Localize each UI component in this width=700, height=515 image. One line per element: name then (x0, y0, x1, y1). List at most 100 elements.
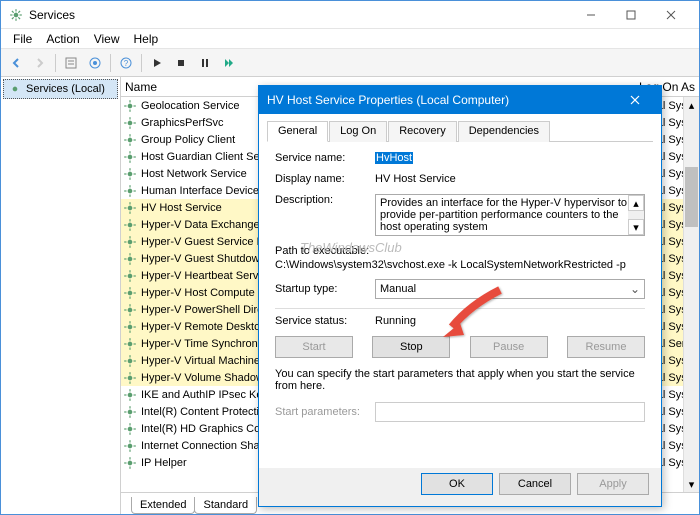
scrollbar[interactable]: ▴ ▾ (683, 97, 699, 492)
gear-icon (123, 456, 137, 470)
label-params: Start parameters: (275, 406, 375, 418)
gear-icon (123, 303, 137, 317)
service-name: IP Helper (141, 457, 187, 469)
label-startup: Startup type: (275, 283, 375, 295)
dialog-tabs: General Log On Recovery Dependencies (267, 120, 653, 142)
label-path: Path to executable: (275, 245, 645, 257)
gear-icon (123, 150, 137, 164)
resume-button: Resume (567, 336, 645, 358)
maximize-button[interactable] (611, 2, 651, 28)
window-title: Services (29, 8, 571, 22)
label-status: Service status: (275, 315, 375, 327)
dialog-footer: OK Cancel Apply (259, 468, 661, 506)
tab-dependencies[interactable]: Dependencies (458, 121, 550, 142)
dialog-close-button[interactable] (617, 87, 653, 113)
menu-help[interactable]: Help (128, 30, 165, 48)
tree-root[interactable]: Services (Local) (3, 79, 118, 99)
window-controls (571, 2, 691, 28)
tab-standard[interactable]: Standard (194, 497, 257, 514)
dialog-body: General Log On Recovery Dependencies Ser… (259, 114, 661, 468)
value-service-name: HvHost (375, 152, 645, 164)
service-name: GraphicsPerfSvc (141, 117, 224, 129)
menu-action[interactable]: Action (40, 30, 85, 48)
gear-icon (123, 320, 137, 334)
properties-dialog: HV Host Service Properties (Local Comput… (258, 85, 662, 507)
menu-view[interactable]: View (88, 30, 126, 48)
tab-logon[interactable]: Log On (329, 121, 387, 142)
gear-icon (123, 252, 137, 266)
gear-icon (123, 337, 137, 351)
export-button[interactable] (84, 52, 106, 74)
gear-icon (123, 116, 137, 130)
restart-button[interactable] (218, 52, 240, 74)
gear-icon (123, 99, 137, 113)
start-parameters-input (375, 402, 645, 422)
cancel-button[interactable]: Cancel (499, 473, 571, 495)
forward-button[interactable] (29, 52, 51, 74)
minimize-button[interactable] (571, 2, 611, 28)
label-display-name: Display name: (275, 173, 375, 185)
tree-pane: Services (Local) (1, 77, 121, 514)
divider (275, 308, 645, 309)
gear-icon (123, 422, 137, 436)
note-text: You can specify the start parameters tha… (275, 368, 645, 392)
tab-recovery[interactable]: Recovery (388, 121, 456, 142)
tab-general[interactable]: General (267, 121, 328, 142)
help-button[interactable]: ? (115, 52, 137, 74)
svg-text:?: ? (124, 59, 129, 68)
close-icon (630, 95, 640, 105)
label-service-name: Service name: (275, 152, 375, 164)
gear-icon (123, 388, 137, 402)
gear-icon (123, 371, 137, 385)
pause-button[interactable] (194, 52, 216, 74)
path-text: C:\Windows\system32\svchost.exe -k Local… (275, 259, 645, 271)
description-box: Provides an interface for the Hyper-V hy… (375, 194, 645, 236)
gear-icon (123, 184, 137, 198)
gear-icon (123, 235, 137, 249)
gear-icon (123, 286, 137, 300)
startup-type-combo[interactable]: Manual (375, 279, 645, 299)
tree-root-label: Services (Local) (26, 83, 105, 95)
description-text: Provides an interface for the Hyper-V hy… (380, 197, 627, 233)
pause-button: Pause (470, 336, 548, 358)
services-icon (9, 8, 23, 22)
dialog-title: HV Host Service Properties (Local Comput… (267, 93, 617, 107)
gear-icon (123, 167, 137, 181)
menubar: File Action View Help (1, 29, 699, 49)
gear-icon (123, 405, 137, 419)
close-button[interactable] (651, 2, 691, 28)
scroll-down-icon[interactable]: ▾ (628, 219, 644, 235)
toolbar: ? (1, 49, 699, 77)
play-button[interactable] (146, 52, 168, 74)
start-button: Start (275, 336, 353, 358)
scroll-thumb[interactable] (685, 167, 698, 227)
tab-extended[interactable]: Extended (131, 497, 195, 514)
scroll-down-icon[interactable]: ▾ (684, 476, 699, 492)
gear-icon (123, 269, 137, 283)
service-name: Hyper-V Heartbeat Service (141, 270, 272, 282)
service-name: Group Policy Client (141, 134, 235, 146)
service-name: Host Network Service (141, 168, 247, 180)
stop-button[interactable]: Stop (372, 336, 450, 358)
gear-icon (8, 82, 22, 96)
description-scrollbar[interactable]: ▴ ▾ (628, 195, 644, 235)
gear-icon (123, 201, 137, 215)
back-button[interactable] (5, 52, 27, 74)
gear-icon (123, 133, 137, 147)
status-value: Running (375, 315, 645, 327)
stop-button[interactable] (170, 52, 192, 74)
scroll-up-icon[interactable]: ▴ (628, 195, 644, 211)
dialog-titlebar[interactable]: HV Host Service Properties (Local Comput… (259, 86, 661, 114)
gear-icon (123, 218, 137, 232)
service-name: HV Host Service (141, 202, 222, 214)
scroll-up-icon[interactable]: ▴ (684, 97, 699, 113)
value-display-name: HV Host Service (375, 173, 645, 185)
apply-button: Apply (577, 473, 649, 495)
titlebar[interactable]: Services (1, 1, 699, 29)
gear-icon (123, 354, 137, 368)
gear-icon (123, 439, 137, 453)
ok-button[interactable]: OK (421, 473, 493, 495)
label-description: Description: (275, 194, 375, 206)
menu-file[interactable]: File (7, 30, 38, 48)
properties-button[interactable] (60, 52, 82, 74)
